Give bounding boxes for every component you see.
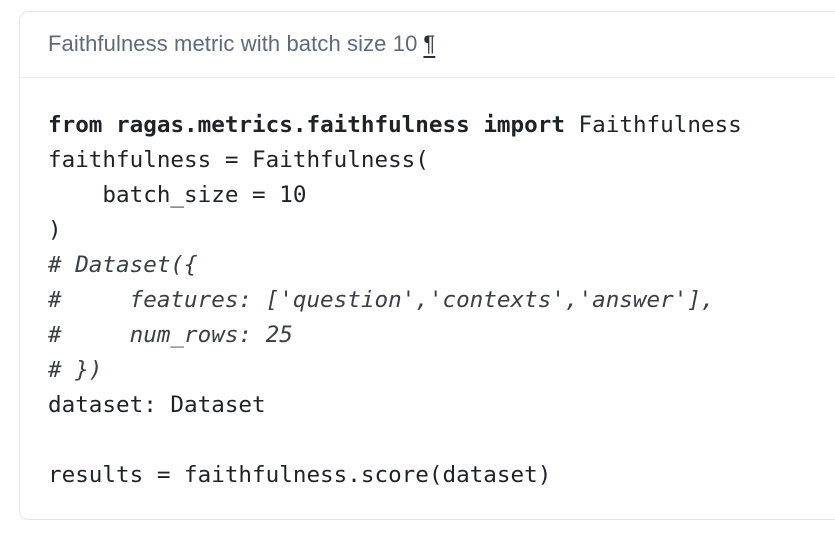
- code-line: dataset: Dataset: [48, 392, 266, 418]
- permalink-anchor-icon[interactable]: ¶: [423, 31, 435, 56]
- imported-name: Faithfulness: [578, 112, 742, 138]
- code-block-title: Faithfulness metric with batch size 10: [48, 31, 418, 56]
- code-block-header: Faithfulness metric with batch size 10 ¶: [20, 12, 835, 78]
- code-comment-line: # features: ['question','contexts','answ…: [48, 287, 715, 313]
- code-line-import: from ragas.metrics.faithfulness import F…: [48, 108, 835, 143]
- keyword-from: from: [48, 112, 103, 138]
- code-comment-line: # num_rows: 25: [48, 322, 293, 348]
- code-comment-line: # }): [48, 357, 103, 383]
- keyword-import: import: [483, 112, 565, 138]
- code-comment-line: # Dataset({: [48, 252, 198, 278]
- code-line: batch_size = 10: [48, 182, 307, 208]
- code-block-card: Faithfulness metric with batch size 10 ¶ …: [19, 11, 835, 520]
- code-line: faithfulness = Faithfulness(: [48, 147, 429, 173]
- module-path: ragas.metrics.faithfulness: [116, 112, 470, 138]
- code-content: from ragas.metrics.faithfulness import F…: [20, 78, 835, 493]
- code-line: results = faithfulness.score(dataset): [48, 462, 552, 488]
- code-line: ): [48, 217, 62, 243]
